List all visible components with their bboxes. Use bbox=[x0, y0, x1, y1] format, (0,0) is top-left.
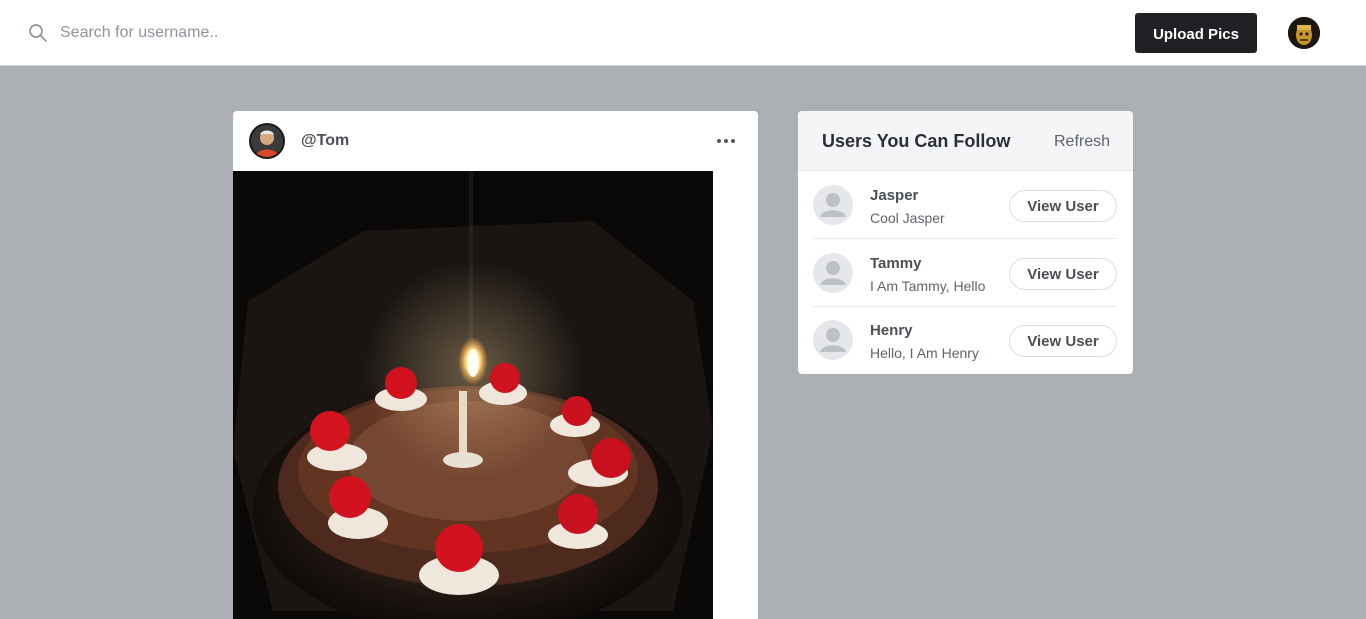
list-item: Jasper Cool Jasper View User bbox=[813, 172, 1117, 239]
user-bio: Cool Jasper bbox=[870, 210, 945, 226]
list-item: Henry Hello, I Am Henry View User bbox=[813, 307, 1117, 374]
user-name: Henry bbox=[870, 322, 913, 339]
panel-header: Users You Can Follow Refresh bbox=[798, 111, 1133, 171]
view-user-button[interactable]: View User bbox=[1009, 258, 1117, 290]
more-horizontal-icon[interactable] bbox=[713, 131, 739, 151]
upload-pics-button[interactable]: Upload Pics bbox=[1135, 13, 1257, 53]
view-user-button[interactable]: View User bbox=[1009, 325, 1117, 357]
post-author-avatar[interactable] bbox=[249, 123, 285, 159]
view-user-button[interactable]: View User bbox=[1009, 190, 1117, 222]
panel-title: Users You Can Follow bbox=[822, 131, 1011, 151]
refresh-button[interactable]: Refresh bbox=[1054, 133, 1110, 151]
post-image bbox=[233, 171, 713, 619]
search-input[interactable] bbox=[60, 20, 480, 46]
user-bio: I Am Tammy, Hello bbox=[870, 278, 986, 294]
search-icon bbox=[29, 24, 47, 42]
user-silhouette-icon bbox=[813, 185, 853, 225]
user-silhouette-icon bbox=[813, 320, 853, 360]
users-to-follow-panel: Users You Can Follow Refresh Jasper Cool… bbox=[798, 111, 1133, 374]
user-name: Tammy bbox=[870, 255, 922, 272]
user-bio: Hello, I Am Henry bbox=[870, 345, 979, 361]
list-item: Tammy I Am Tammy, Hello View User bbox=[813, 240, 1117, 307]
user-silhouette-icon bbox=[813, 253, 853, 293]
post-card: @Tom bbox=[233, 111, 758, 619]
top-navigation-bar: Upload Pics bbox=[0, 0, 1366, 66]
post-author-username[interactable]: @Tom bbox=[301, 132, 349, 150]
user-name: Jasper bbox=[870, 187, 919, 204]
current-user-avatar[interactable] bbox=[1288, 17, 1320, 49]
